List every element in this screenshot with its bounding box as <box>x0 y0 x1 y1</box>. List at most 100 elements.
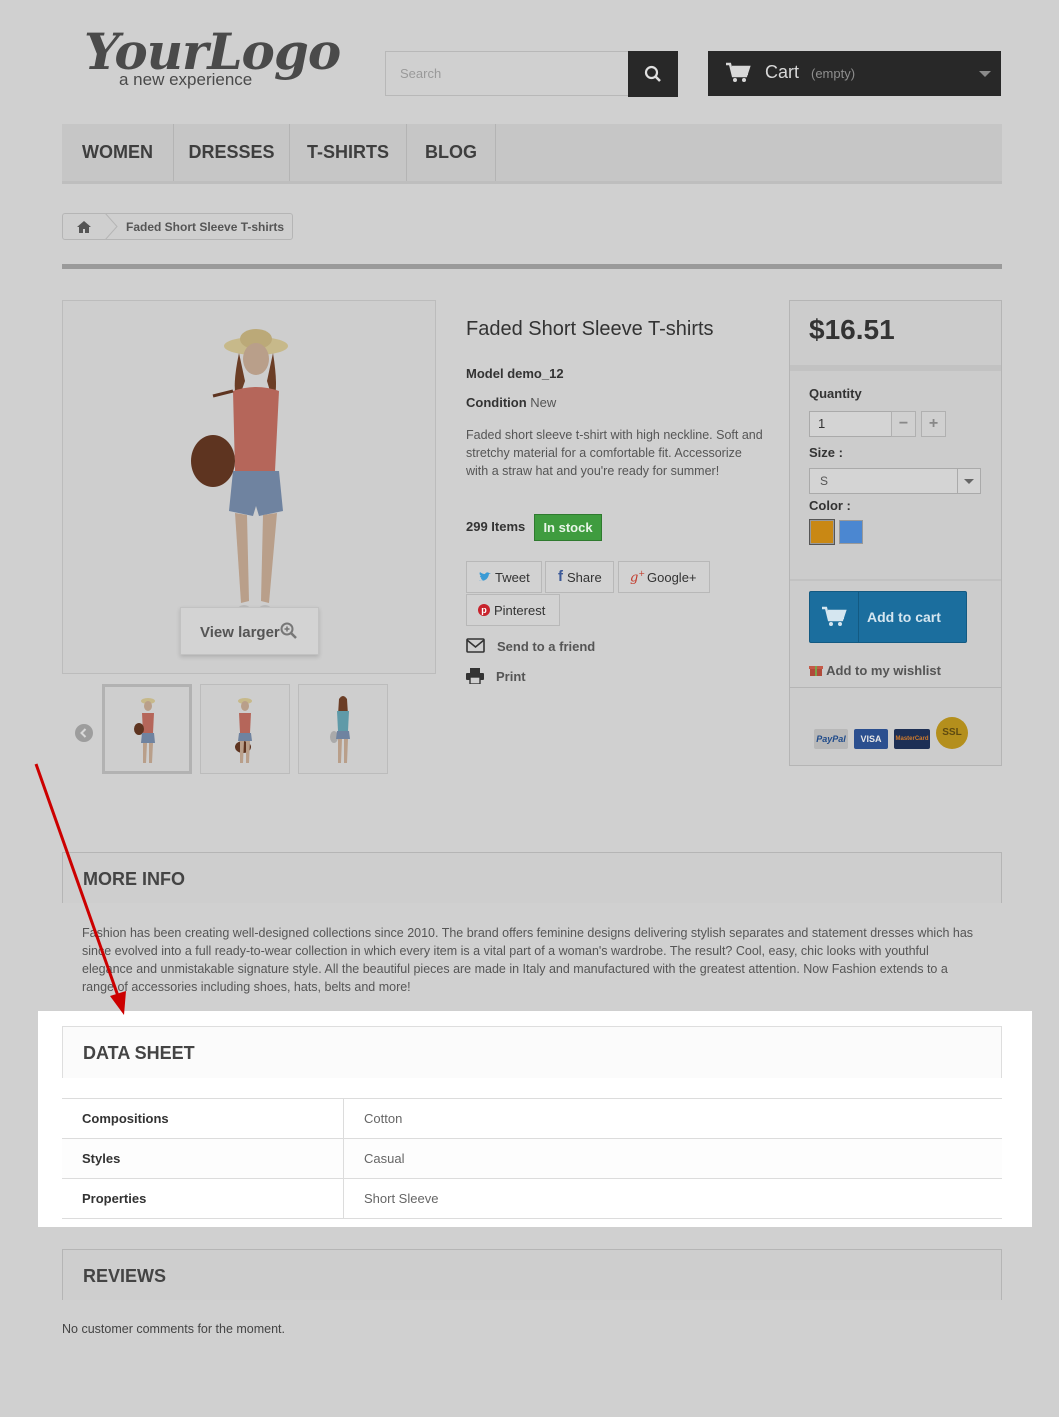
breadcrumb-home[interactable] <box>63 214 106 239</box>
thumbnails-prev-button[interactable] <box>75 724 93 742</box>
reviews-empty-text: No customer comments for the moment. <box>62 1322 285 1336</box>
google-plus-icon: g+ <box>630 569 646 586</box>
add-to-cart-label: Add to cart <box>867 609 941 625</box>
quantity-label: Quantity <box>809 386 862 401</box>
search-input[interactable] <box>386 52 620 95</box>
wishlist-label: Add to my wishlist <box>826 663 941 678</box>
main-menu: WOMEN DRESSES T-SHIRTS BLOG <box>62 124 1002 184</box>
home-icon <box>77 220 91 233</box>
quantity-decrease-button[interactable]: − <box>891 411 916 437</box>
google-plus-button[interactable]: g+ Google+ <box>618 561 710 593</box>
table-row: Properties Short Sleeve <box>62 1178 1002 1219</box>
table-cell-key: Compositions <box>62 1098 344 1139</box>
breadcrumb-current: Faded Short Sleeve T-shirts <box>126 220 285 234</box>
thumbnail-image <box>330 696 350 763</box>
pinterest-icon: p <box>478 604 490 616</box>
data-sheet-section: DATA SHEET Compositions Cotton Styles Ca… <box>38 1011 1032 1227</box>
thumbnail-1[interactable] <box>102 684 192 774</box>
model-label: Model <box>466 366 504 381</box>
reviews-title: REVIEWS <box>83 1266 167 1286</box>
twitter-icon <box>479 572 491 581</box>
model-value: demo_12 <box>507 366 564 381</box>
condition-label: Condition <box>466 395 527 410</box>
more-info-title: MORE INFO <box>83 869 185 889</box>
size-label: Size : <box>809 445 843 460</box>
thumbnail-3[interactable] <box>298 684 388 774</box>
visa-icon: VISA <box>854 729 888 749</box>
breadcrumb: Faded Short Sleeve T-shirts <box>62 213 293 240</box>
zoom-icon <box>280 622 297 639</box>
tweet-button[interactable]: Tweet <box>466 561 542 593</box>
cart-label: Cart <box>765 62 800 82</box>
table-cell-key: Styles <box>62 1138 344 1179</box>
more-info-text: Fashion has been creating well-designed … <box>82 926 974 994</box>
nav-item-dresses[interactable]: DRESSES <box>174 124 290 181</box>
divider <box>62 264 1002 269</box>
condition-value: New <box>530 395 557 410</box>
chevron-left-icon <box>80 728 87 738</box>
size-select[interactable]: S <box>809 468 981 494</box>
print-icon <box>466 668 484 684</box>
tweet-label: Tweet <box>495 570 530 585</box>
table-row: Compositions Cotton <box>62 1098 1002 1139</box>
product-title: Faded Short Sleeve T-shirts <box>466 318 714 340</box>
search-field[interactable] <box>385 51 630 96</box>
stock-quantity: 299 Items <box>466 519 526 534</box>
facebook-icon: f <box>558 568 563 585</box>
paypal-icon: PayPal <box>814 729 848 749</box>
pinterest-label: Pinterest <box>494 603 546 618</box>
reviews-header: REVIEWS <box>62 1249 1002 1300</box>
quantity-increase-button[interactable]: + <box>921 411 946 437</box>
data-sheet-table: Compositions Cotton Styles Casual Proper… <box>62 1098 1002 1219</box>
nav-item-blog[interactable]: BLOG <box>407 124 496 181</box>
chevron-down-icon <box>979 71 991 77</box>
table-cell-value: Short Sleeve <box>343 1178 1002 1219</box>
cart-dropdown[interactable]: Cart (empty) <box>708 51 1001 96</box>
share-label: Share <box>567 570 602 585</box>
product-image[interactable]: View larger <box>62 300 436 674</box>
print-label: Print <box>496 669 526 684</box>
size-value: S <box>820 474 829 488</box>
buy-box: $16.51 Quantity 1 − + Size : S Color : A… <box>789 300 1002 766</box>
cart-icon <box>810 592 859 642</box>
add-to-cart-button[interactable]: Add to cart <box>809 591 967 643</box>
divider <box>790 365 1001 371</box>
nav-item-women[interactable]: WOMEN <box>62 124 174 181</box>
chevron-down-icon <box>957 469 980 493</box>
send-to-friend-label: Send to a friend <box>497 639 596 654</box>
thumbnail-2[interactable] <box>200 684 290 774</box>
minus-icon: − <box>898 415 909 432</box>
search-button[interactable] <box>628 51 678 97</box>
cart-icon <box>726 62 751 82</box>
product-condition: Condition New <box>466 395 556 410</box>
pinterest-button[interactable]: p Pinterest <box>466 594 560 626</box>
product-price: $16.51 <box>809 314 895 345</box>
divider <box>790 687 1001 688</box>
plus-icon: + <box>928 415 939 432</box>
nav-item-tshirts[interactable]: T-SHIRTS <box>290 124 407 181</box>
table-row: Styles Casual <box>62 1138 1002 1179</box>
breadcrumb-separator <box>105 213 118 240</box>
color-swatch-orange[interactable] <box>809 519 835 545</box>
table-cell-value: Cotton <box>343 1098 1002 1139</box>
envelope-icon <box>466 638 485 653</box>
more-info-header: MORE INFO <box>62 852 1002 903</box>
logo-tagline: a new experience <box>119 70 253 89</box>
quantity-input[interactable]: 1 <box>809 411 895 437</box>
color-label: Color : <box>809 498 851 513</box>
thumbnail-image <box>235 698 252 763</box>
mastercard-icon: MasterCard <box>894 729 930 749</box>
share-button[interactable]: f Share <box>545 561 614 593</box>
cart-state: (empty) <box>811 66 856 81</box>
divider <box>790 579 1001 581</box>
google-plus-label: Google+ <box>647 570 697 585</box>
table-cell-value: Casual <box>343 1138 1002 1179</box>
data-sheet-title: DATA SHEET <box>83 1043 195 1063</box>
search-icon <box>644 65 661 82</box>
wishlist-link[interactable]: Add to my wishlist <box>809 663 941 678</box>
data-sheet-header: DATA SHEET <box>62 1026 1002 1078</box>
product-description: Faded short sleeve t-shirt with high nec… <box>466 428 763 478</box>
view-larger-button[interactable]: View larger <box>180 607 319 655</box>
color-swatch-blue[interactable] <box>839 520 863 544</box>
ssl-badge-icon: SSL <box>936 717 968 749</box>
